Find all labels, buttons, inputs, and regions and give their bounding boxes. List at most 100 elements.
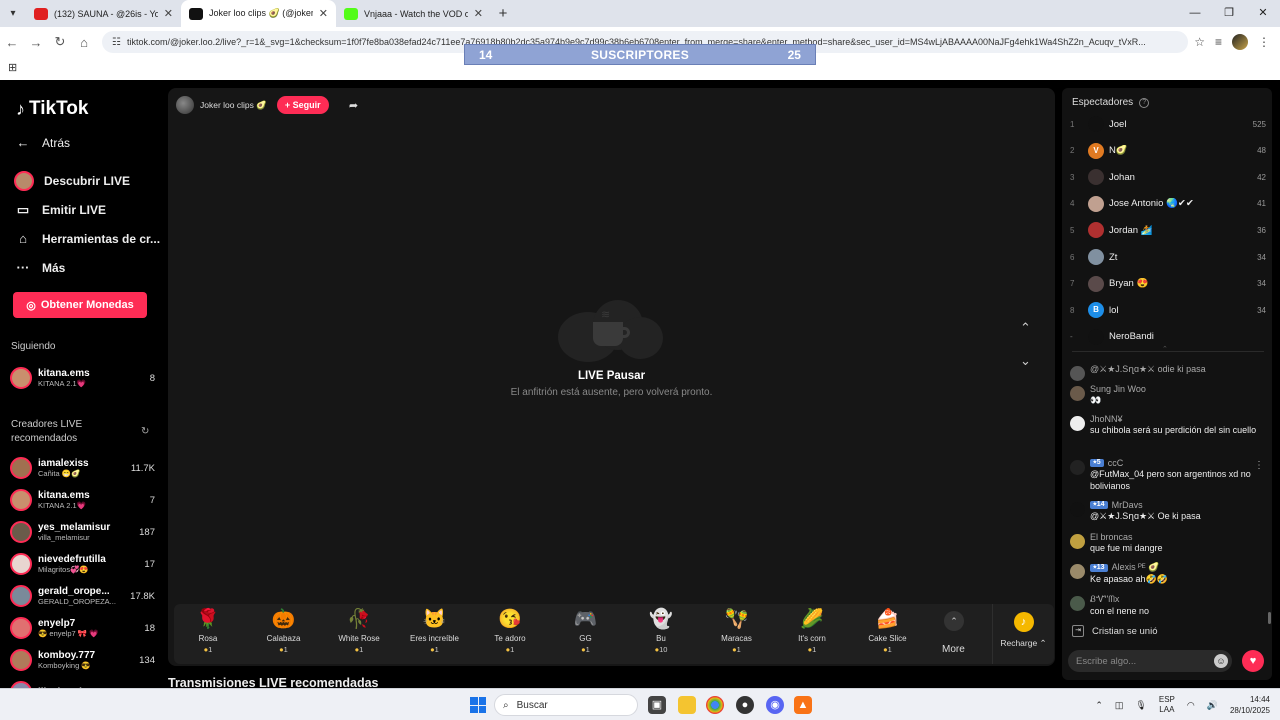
site-info-icon[interactable]: ☷ — [112, 37, 121, 48]
file-explorer-icon[interactable] — [678, 696, 696, 714]
obs-icon[interactable]: ● — [736, 696, 754, 714]
forward-icon[interactable]: → — [24, 35, 48, 50]
sidebar-item-go-live[interactable]: ▭ Emitir LIVE — [14, 202, 106, 218]
gift-item[interactable]: 🎮 GG ●1 — [554, 608, 618, 654]
gift-item[interactable]: 👻 Bu ●10 — [629, 608, 693, 654]
comment-more-icon[interactable]: ⋮ — [1254, 460, 1264, 471]
recommended-creator[interactable]: enyelp7 😎 enyelp7 🎀 💗 18 — [10, 617, 155, 639]
browser-menu-icon[interactable]: ⋮ — [1258, 35, 1270, 49]
follow-button[interactable]: + Seguir — [276, 96, 329, 114]
apps-grid-icon[interactable]: ⊞ — [8, 61, 17, 74]
wifi-icon[interactable]: ◠ — [1187, 700, 1195, 711]
network-icon[interactable]: ◫ — [1115, 700, 1124, 711]
viewer-row[interactable]: 8 B lol 34 — [1070, 301, 1266, 319]
close-window-icon[interactable]: ✕ — [1246, 0, 1280, 27]
viewer-row[interactable]: 4 Jose Antonio 🌏✔✔ 41 — [1070, 195, 1266, 213]
more-gifts-button[interactable]: ⌃ — [942, 611, 966, 631]
sidebar-item-creator-tools[interactable]: ⌂ Herramientas de cr... — [14, 231, 160, 246]
chevron-up-icon[interactable]: ⌃ — [1020, 320, 1031, 336]
sidebar-item-back[interactable]: ← Atrás — [14, 135, 71, 150]
viewer-row[interactable]: 6 Zt 34 — [1070, 248, 1266, 266]
chat-comment[interactable]: ⭑13 Alexis ᴾᴱ 🥑 Ke apasao ah🤣🤣 — [1070, 562, 1266, 585]
gift-item[interactable]: 🥀 White Rose ●1 — [327, 608, 391, 654]
recommended-creator[interactable]: kitana.ems KITANA 2.1💗 7 — [10, 489, 155, 511]
refresh-icon[interactable]: ↻ — [141, 426, 149, 437]
recommended-creator[interactable]: yes_melamisur villa_melamisur 187 — [10, 521, 155, 543]
tab-search-icon[interactable]: ▾ — [0, 0, 26, 27]
chevron-up-icon[interactable]: ⌃ — [1162, 345, 1168, 353]
chat-comment[interactable]: Sung Jin Woo 👀 — [1070, 384, 1266, 406]
tab-youtube[interactable]: (132) SAUNA - @26is - YouTube ✕ — [26, 0, 181, 27]
taskbar-search[interactable]: ⌕ Buscar — [494, 694, 638, 716]
viewer-row[interactable]: 5 Jordan 🏄 36 — [1070, 221, 1266, 239]
emoji-icon[interactable]: ☺ — [1214, 654, 1228, 668]
reading-list-icon[interactable]: ≡ — [1215, 35, 1222, 49]
volume-icon[interactable]: 🔊 — [1207, 700, 1218, 711]
recommended-creator[interactable]: jilesitotok — [10, 681, 155, 688]
gift-item[interactable]: 🐱 Eres increíble ●1 — [403, 608, 467, 654]
close-tab-icon[interactable]: ✕ — [164, 7, 173, 20]
close-tab-icon[interactable]: ✕ — [474, 7, 483, 20]
gift-item[interactable]: 🎃 Calabaza ●1 — [252, 608, 316, 654]
gift-item[interactable]: 😘 Te adoro ●1 — [478, 608, 542, 654]
language-indicator[interactable]: ESP LAA — [1159, 695, 1175, 715]
viewer-row[interactable]: 3 Johan 42 — [1070, 168, 1266, 186]
chrome-icon[interactable] — [706, 696, 724, 714]
discord-icon[interactable]: ◉ — [766, 696, 784, 714]
chat-panel: Espectadores ? 1 Joel 525 2 V N🥑 48 3 Joha… — [1062, 88, 1272, 680]
bookmark-star-icon[interactable]: ☆ — [1194, 35, 1205, 49]
heart-button[interactable]: ♥ — [1242, 650, 1264, 672]
chat-comment[interactable]: El broncas que fue mi dangre — [1070, 532, 1266, 554]
recommended-creator[interactable]: nievedefrutilla Milagritos💞😍 17 — [10, 553, 155, 575]
host-name[interactable]: Joker loo clips 🥑 — [200, 100, 267, 111]
recommended-creator[interactable]: iamalexiss Cañita 😁🥑 11.7K — [10, 457, 155, 479]
chat-comment[interactable]: ⭑14 MrDavs @⚔★J.Sղɑ★⚔ Oe ki pasa — [1070, 500, 1266, 522]
share-icon[interactable]: ➦ — [349, 99, 358, 112]
clock[interactable]: 14:44 28/10/2025 — [1230, 694, 1270, 716]
reload-icon[interactable]: ↻ — [48, 34, 72, 50]
search-label: Buscar — [516, 699, 548, 711]
new-tab-button[interactable]: + — [491, 0, 515, 27]
avatar[interactable] — [176, 96, 194, 114]
tab-tiktok[interactable]: Joker loo clips 🥑 (@joker.loo.2 ✕ — [181, 0, 336, 27]
user-name: yes_melamisur — [38, 522, 111, 533]
viewer-row[interactable]: 2 V N🥑 48 — [1070, 142, 1266, 160]
windows-start-icon[interactable] — [470, 697, 486, 713]
gift-item[interactable]: 🌽 It's corn ●1 — [780, 608, 844, 654]
recommended-creator[interactable]: gerald_orope... GERALD_OROPEZA... 17.8K — [10, 585, 155, 607]
tray-expand-icon[interactable]: ⌃ — [1095, 700, 1103, 711]
recharge-button[interactable]: ♪ Recharge ⌃ — [992, 604, 1054, 664]
chat-comment[interactable]: ᏰᏉ'ᗰx con el nene no — [1070, 594, 1266, 617]
scrollbar[interactable] — [1268, 612, 1271, 624]
chevron-down-icon[interactable]: ⌄ — [1020, 353, 1031, 369]
chat-input[interactable]: Escribe algo... — [1068, 650, 1232, 672]
tiktok-logo[interactable]: ♪ TikTok — [16, 98, 88, 120]
viewer-row[interactable]: - NeroBandi — [1070, 328, 1266, 346]
app-icon[interactable]: ▲ — [794, 696, 812, 714]
gift-item[interactable]: 🌹 Rosa ●1 — [176, 608, 240, 654]
task-view-icon[interactable]: ▣ — [648, 696, 666, 714]
chat-comment[interactable]: JhoNN¥ su chibola será su perdición del … — [1070, 414, 1266, 436]
get-coins-button[interactable]: ◎ Obtener Monedas — [13, 292, 147, 318]
tab-kick[interactable]: Vnjaaa - Watch the VOD on Kick ✕ — [336, 0, 491, 27]
viewer-row[interactable]: 7 Bryan 😍 34 — [1070, 275, 1266, 293]
profile-avatar[interactable] — [1232, 34, 1248, 50]
close-tab-icon[interactable]: ✕ — [319, 7, 328, 20]
microphone-icon[interactable]: 🎙 — [1135, 700, 1146, 711]
back-icon[interactable]: ← — [0, 35, 24, 50]
home-icon[interactable]: ⌂ — [72, 35, 96, 50]
chat-comment[interactable]: @⚔★J.Sղɑ★⚔ odie ki pasa — [1070, 364, 1266, 381]
sidebar-item-discover-live[interactable]: Descubrir LIVE — [14, 171, 130, 191]
gift-item[interactable]: 🍰 Cake Slice ●1 — [856, 608, 920, 654]
restore-icon[interactable]: ❐ — [1212, 0, 1246, 27]
chat-comment[interactable]: ⭑5 ccC @FutMax_04 pero son argentinos xd … — [1070, 458, 1266, 492]
more-label[interactable]: More — [942, 644, 965, 655]
tiktok-coin-icon: ♪ — [1013, 612, 1034, 632]
minimize-icon[interactable]: — — [1178, 0, 1212, 27]
viewer-row[interactable]: 1 Joel 525 — [1070, 115, 1266, 133]
recommended-creator[interactable]: komboy.777 Komboyking 😎 134 — [10, 649, 155, 671]
gift-item[interactable]: 🪇 Maracas ●1 — [705, 608, 769, 654]
sidebar-item-more[interactable]: ··· Más — [14, 260, 66, 275]
help-icon[interactable]: ? — [1139, 97, 1150, 108]
following-user[interactable]: kitana.ems KITANA 2.1💗 8 — [10, 367, 155, 389]
